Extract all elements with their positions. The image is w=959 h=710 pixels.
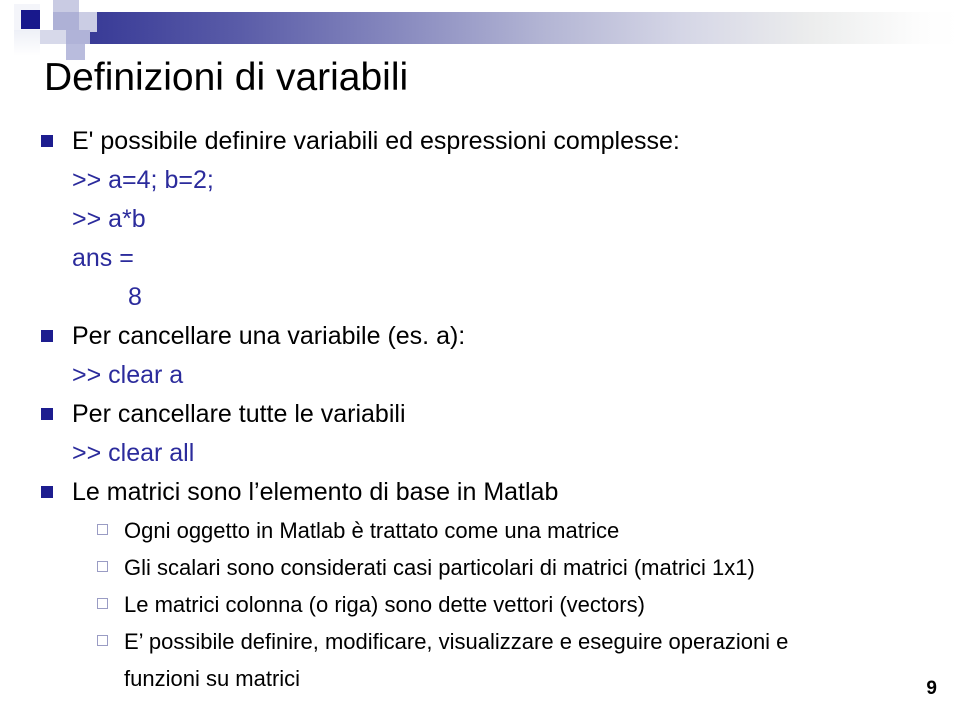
sub-bullet-item-2: Gli scalari sono considerati casi partic… <box>0 549 959 586</box>
sub-bullet-4-continuation: funzioni su matrici <box>124 666 301 691</box>
bullet-square-icon <box>41 408 53 420</box>
slide-header-decoration <box>0 0 959 60</box>
sub-bullet-3-label: Le matrici colonna (o riga) sono dette v… <box>124 592 645 617</box>
bullet-3-label: Per cancellare tutte le variabili <box>72 400 406 428</box>
hollow-square-icon <box>97 635 108 646</box>
deco-square-6 <box>53 12 79 32</box>
bullet-square-icon <box>41 135 53 147</box>
bullet-2-label: Per cancellare una variabile (es. a): <box>72 322 466 350</box>
bullet-item-2: Per cancellare una variabile (es. a): <box>0 317 959 356</box>
bullet-square-icon <box>41 330 53 342</box>
code-line-result: 8 <box>128 283 142 311</box>
hollow-square-icon <box>97 524 108 535</box>
deco-square-7 <box>79 12 97 32</box>
sub-bullet-item-4: E’ possibile definire, modificare, visua… <box>0 623 959 660</box>
code-line-a-times-b: >> a*b <box>72 205 146 233</box>
code-line-a-equals: >> a=4; b=2; <box>72 166 214 194</box>
sub-bullet-item-1: Ogni oggetto in Matlab è trattato come u… <box>0 512 959 549</box>
deco-square-4 <box>21 10 40 29</box>
deco-square-8 <box>40 30 66 44</box>
deco-square-5 <box>53 0 79 12</box>
code-line-clear-all: >> clear all <box>72 439 195 467</box>
bullet-item-4: Le matrici sono l’elemento di base in Ma… <box>0 473 959 512</box>
hollow-square-icon <box>97 561 108 572</box>
deco-square-9 <box>66 30 90 44</box>
page-title: Definizioni di variabili <box>44 56 409 99</box>
sub-bullet-item-3: Le matrici colonna (o riga) sono dette v… <box>0 586 959 623</box>
page-number: 9 <box>926 678 937 699</box>
header-gradient-bar <box>37 12 959 44</box>
bullet-1-label: E' possibile definire variabili ed espre… <box>72 127 680 155</box>
bullet-item-3: Per cancellare tutte le variabili <box>0 395 959 434</box>
bullet-4-label: Le matrici sono l’elemento di base in Ma… <box>72 478 559 506</box>
code-line-clear-a: >> clear a <box>72 361 184 389</box>
sub-bullet-1-label: Ogni oggetto in Matlab è trattato come u… <box>124 518 620 543</box>
code-line-ans: ans = <box>72 244 134 272</box>
bullet-item-1: E' possibile definire variabili ed espre… <box>0 122 959 161</box>
sub-bullet-4-label: E’ possibile definire, modificare, visua… <box>124 629 789 654</box>
hollow-square-icon <box>97 598 108 609</box>
slide-body: E' possibile definire variabili ed espre… <box>0 122 959 697</box>
deco-square-2 <box>14 30 40 56</box>
sub-bullet-2-label: Gli scalari sono considerati casi partic… <box>124 555 755 580</box>
bullet-square-icon <box>41 486 53 498</box>
